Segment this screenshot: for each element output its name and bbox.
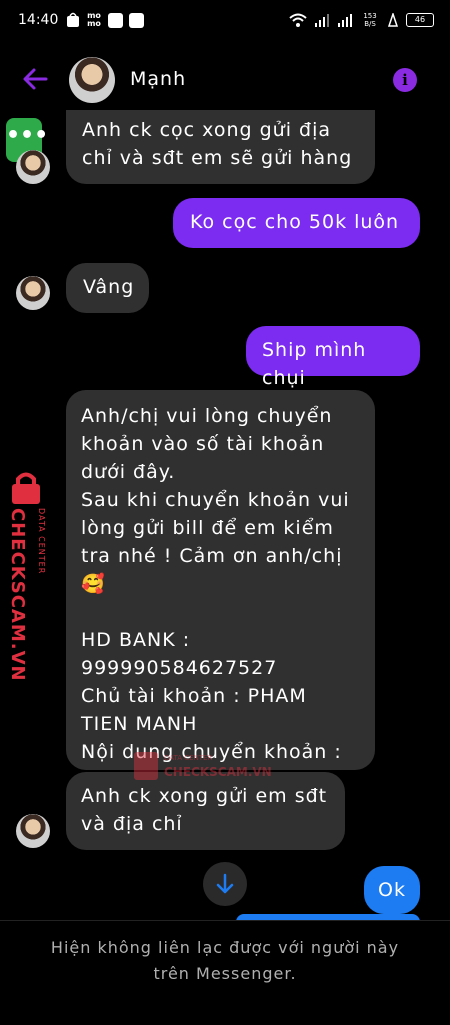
message-received: Anh ck xong gửi em sđt và địa chỉ xyxy=(66,772,345,850)
contact-avatar-small xyxy=(16,276,50,310)
message-text: Ok xyxy=(378,879,406,901)
shopee-icon xyxy=(67,12,79,27)
app-icon-2 xyxy=(129,12,144,28)
message-sent: Ko cọc cho 50k luôn xyxy=(173,198,420,248)
notification-icons: mo mo xyxy=(66,12,144,28)
status-time: 14:40 xyxy=(18,12,59,28)
wifi-icon xyxy=(289,13,307,27)
message-received: Anh/chị vui lòng chuyển khoản vào số tài… xyxy=(66,390,375,770)
back-arrow-icon[interactable] xyxy=(20,64,50,94)
scroll-to-bottom-button[interactable] xyxy=(203,862,247,906)
message-text: Ship mình chụi xyxy=(262,339,367,389)
watermark-brand: CHECKSCAM.VN xyxy=(164,765,272,779)
lock-icon xyxy=(134,752,158,780)
message-text: Anh ck xong gửi em sđt và địa chỉ xyxy=(81,785,328,835)
contact-avatar[interactable] xyxy=(69,57,115,103)
message-received: Anh ck cọc xong gửi địa chỉ và sđt em sẽ… xyxy=(66,110,375,184)
message-text: Vâng xyxy=(83,276,135,298)
message-text: Ko cọc cho 50k luôn xyxy=(190,211,400,233)
signal-icon-2 xyxy=(338,14,352,27)
momo-icon: mo mo xyxy=(87,11,101,28)
battery-indicator: 46 xyxy=(406,13,434,27)
watermark: CHECKSCAM.VN DATA CENTER xyxy=(6,470,66,682)
message-received: Vâng xyxy=(66,263,149,313)
message-sent: Ship mình chụi xyxy=(246,326,420,389)
net-speed: 153 B/S xyxy=(363,12,377,28)
message-text: Anh ck cọc xong gửi địa chỉ và sđt em sẽ… xyxy=(82,119,353,169)
watermark-subtitle: DATA CENTER xyxy=(37,508,46,575)
watermark-brand: CHECKSCAM.VN xyxy=(7,508,28,682)
unavailable-notice-bar: Hiện không liên lạc được với người này t… xyxy=(0,920,450,1025)
contact-avatar-small xyxy=(16,814,50,848)
contact-avatar-small xyxy=(16,150,50,184)
contact-name[interactable]: Mạnh xyxy=(130,68,186,90)
arrow-down-icon xyxy=(216,873,234,894)
alarm-icon xyxy=(387,13,399,27)
system-icons: 153 B/S 46 xyxy=(289,12,434,28)
message-text: Anh/chị vui lòng chuyển khoản vào số tài… xyxy=(81,405,350,763)
unavailable-notice: Hiện không liên lạc được với người này t… xyxy=(50,938,400,983)
watermark-subtitle: DATA CENTER xyxy=(164,754,213,762)
status-bar: 14:40 mo mo 153 B/S 46 xyxy=(0,0,450,44)
info-icon[interactable]: i xyxy=(393,68,417,92)
signal-icon xyxy=(315,14,329,27)
app-icon xyxy=(108,12,123,28)
conversation-header: Mạnh i xyxy=(0,50,450,110)
lock-icon xyxy=(12,472,40,504)
message-sent: Ok xyxy=(364,866,420,914)
